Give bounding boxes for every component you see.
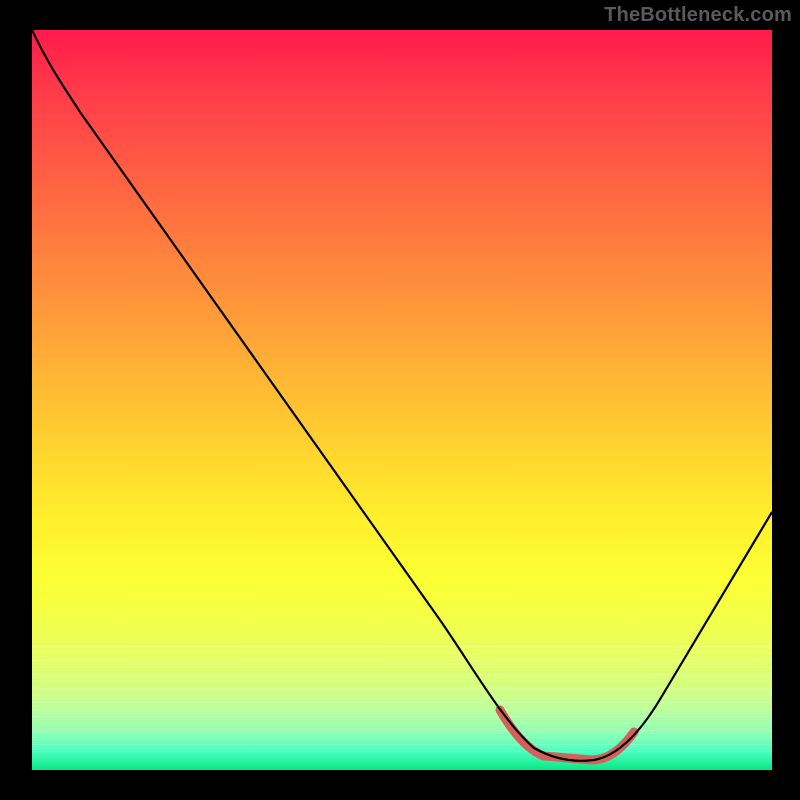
plot-area — [32, 30, 772, 770]
chart-canvas: TheBottleneck.com — [0, 0, 800, 800]
curve-svg — [32, 30, 772, 770]
main-curve — [32, 30, 772, 761]
watermark-text: TheBottleneck.com — [604, 4, 792, 27]
